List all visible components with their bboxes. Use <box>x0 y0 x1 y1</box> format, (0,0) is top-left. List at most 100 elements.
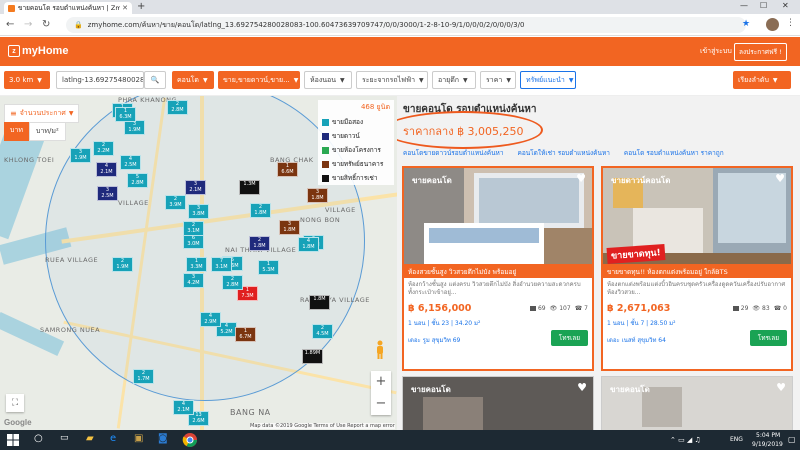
photos-icon[interactable]: ▣ <box>134 433 148 447</box>
building-age-filter[interactable]: อายุตึก ▼ <box>432 71 476 89</box>
map-pin[interactable]: 3 1.8M <box>307 188 328 203</box>
zoom-in-icon[interactable]: + <box>371 371 391 393</box>
map-pin[interactable]: 1.8M <box>309 295 330 310</box>
map-pin[interactable]: 1.3M <box>239 180 260 195</box>
map-pin[interactable]: 21.8M <box>249 236 270 251</box>
reload-icon[interactable]: ↻ <box>42 19 50 30</box>
listing-card[interactable]: ขายคอนโด ♥ ห้องสวยชั้นสูง วิวสวยตึกไม่บั… <box>402 166 594 371</box>
related-link-rent[interactable]: คอนโดให้เช่า รอบตำแหน่งค้นหา <box>517 148 609 158</box>
distance-filter[interactable]: 3.0 km ▼ <box>4 71 50 89</box>
map-pin[interactable]: 4 2.1M <box>173 400 194 415</box>
map-pin[interactable]: 2 2.8M <box>222 275 243 290</box>
menu-kebab-icon[interactable]: ⋮ <box>786 18 795 28</box>
map-pin[interactable]: 1 6.6M <box>277 162 298 177</box>
map-pin[interactable]: 3 3.8M <box>188 204 209 219</box>
transit-filter[interactable]: ระยะจากรถไฟฟ้า ▼ <box>356 71 428 89</box>
clock-date[interactable]: 9/19/2019 <box>752 441 783 448</box>
map-pin[interactable]: 1 6.7M <box>235 327 256 342</box>
tray-icons[interactable]: ⌃ ▭ ◢ ♫ <box>670 436 701 444</box>
back-icon[interactable]: ← <box>6 19 14 30</box>
search-icon[interactable]: ○ <box>34 433 48 447</box>
legend-item[interactable]: ขายสิทธิ์การเช่า <box>322 173 390 183</box>
recommended-filter[interactable]: ทรัพย์แนะนำ ▼ <box>520 71 576 89</box>
map-pin[interactable]: 3 2.5M <box>97 186 118 201</box>
forward-icon[interactable]: → <box>24 19 32 30</box>
map-pin[interactable]: 7 3.1M <box>211 257 232 272</box>
map-pin[interactable]: 2 1.7M <box>133 369 154 384</box>
bookmark-star-icon[interactable]: ★ <box>742 19 750 29</box>
listing-photo[interactable]: ขายคอนโด ♥ <box>404 168 592 264</box>
language-indicator[interactable]: ENG <box>730 436 743 443</box>
zoom-out-icon[interactable]: − <box>371 393 391 415</box>
map-pin[interactable]: 1 3.3M <box>186 257 207 272</box>
map-pin[interactable]: 4 2.1M <box>96 162 117 177</box>
search-button[interactable]: 🔍 <box>144 71 166 89</box>
fullscreen-icon[interactable]: ⛶ <box>6 394 24 412</box>
tab-active[interactable]: ขายคอนโด รอบตำแหน่งค้นหา | Zmy... ✕ <box>4 2 132 14</box>
notification-icon[interactable]: ▢ <box>788 435 796 444</box>
favorite-heart-icon[interactable]: ♥ <box>775 172 785 185</box>
maximize-icon[interactable]: ☐ <box>760 1 767 10</box>
clock-time[interactable]: 5:04 PM <box>756 432 780 439</box>
related-link-downpayment[interactable]: คอนโดขายดาวน์รอบตำแหน่งค้นหา <box>403 148 503 158</box>
minimize-icon[interactable]: — <box>740 1 748 10</box>
map-pin[interactable]: 1.89M <box>302 349 323 364</box>
favorite-heart-icon[interactable]: ♥ <box>576 172 586 185</box>
map-pin[interactable]: 1 5.3M <box>258 260 279 275</box>
pegman-icon[interactable] <box>374 340 386 360</box>
sort-button[interactable]: เรียงลำดับ ▼ <box>733 71 791 89</box>
map-canvas[interactable]: PHRA KHANONG KHLONG TOEI BANG CHAK VILLA… <box>0 96 397 430</box>
map-pin[interactable]: 21.8M <box>250 203 271 218</box>
map-pin[interactable]: 2 2.8M <box>167 100 188 115</box>
map-pin[interactable]: 4 1.8M <box>298 237 319 252</box>
new-tab-icon[interactable]: + <box>137 1 145 12</box>
tab-unit-baht[interactable]: บาท <box>4 122 29 141</box>
listing-project[interactable]: เดอะ รูม สุขุมวิท 69 <box>408 335 460 345</box>
tab-unit-sqm[interactable]: บาท/ม² <box>29 122 66 141</box>
bedrooms-filter[interactable]: ห้องนอน ▼ <box>304 71 352 89</box>
map-pin[interactable]: 3 1.9M <box>70 148 91 163</box>
edge-icon[interactable]: e <box>110 433 124 447</box>
site-logo[interactable]: z myHome <box>8 45 68 57</box>
legend-item[interactable]: ขายมือสอง <box>322 117 390 127</box>
map-pin[interactable]: 4 2.5M <box>120 155 141 170</box>
map-pin[interactable]: 1 6.3M <box>115 107 136 122</box>
listing-photo[interactable]: ขายดาวน์คอนโด ♥ ขายขาดทุน! <box>603 168 791 264</box>
map-pin[interactable]: 3 2.1M <box>185 180 206 195</box>
map-pin[interactable]: 2 4.5M <box>312 324 333 339</box>
map-pin[interactable]: 3 1.9M <box>124 120 145 135</box>
legend-item[interactable]: ขายห้องโครงการ <box>322 145 390 155</box>
listing-project[interactable]: เดอะ เนสท์ สุขุมวิท 64 <box>607 335 666 345</box>
url-omnibox[interactable]: 🔒 zmyhome.com/ค้นหา/ขาย/คอนโด/latlng_13.… <box>66 17 746 33</box>
sale-status-filter[interactable]: ขาย,ขายดาวน์,ขาย... ▼ <box>218 71 300 89</box>
task-view-icon[interactable]: ▭ <box>60 433 74 447</box>
related-link-cheap[interactable]: คอนโด รอบตำแหน่งค้นหา ราคาถูก <box>624 148 724 158</box>
outlook-icon[interactable]: ◙ <box>158 433 172 447</box>
file-explorer-icon[interactable]: ▰ <box>86 433 100 447</box>
map-pin[interactable]: 6 3.0M <box>183 234 204 249</box>
map-pin[interactable]: 5 2.8M <box>127 173 148 188</box>
property-type-filter[interactable]: คอนโด ▼ <box>172 71 214 89</box>
window-close-icon[interactable]: ✕ <box>782 1 789 10</box>
map-pin[interactable]: 2 2.2M <box>93 141 114 156</box>
listing-card[interactable]: ขายคอนโด ♥ <box>402 376 594 430</box>
listing-card[interactable]: ขายคอนโด ♥ <box>601 376 793 430</box>
listing-card[interactable]: ขายดาวน์คอนโด ♥ ขายขาดทุน! ขายขาดทุน!! ห… <box>601 166 793 371</box>
map-pin[interactable]: 3 4.2M <box>183 273 204 288</box>
location-input[interactable]: latlng-13.6927548002800 <box>56 71 144 89</box>
login-link[interactable]: เข้าสู่ระบบ <box>700 46 732 57</box>
map-pin[interactable]: 2 3.1M <box>183 221 204 236</box>
price-filter[interactable]: ราคา ▼ <box>480 71 516 89</box>
legend-item[interactable]: ขายทรัพย์ธนาคาร <box>322 159 390 169</box>
chrome-icon[interactable] <box>182 432 198 448</box>
post-free-button[interactable]: ลงประกาศฟรี ! <box>734 43 787 61</box>
legend-item[interactable]: ขายดาวน์ <box>322 131 390 141</box>
favorite-heart-icon[interactable]: ♥ <box>577 381 587 394</box>
call-button[interactable]: โทรเลย <box>550 330 588 346</box>
map-pin[interactable]: 2 3.9M <box>165 195 186 210</box>
favorite-heart-icon[interactable]: ♥ <box>776 381 786 394</box>
map-pin[interactable]: 2 1.9M <box>112 257 133 272</box>
tab-close-icon[interactable]: ✕ <box>122 4 128 12</box>
map-pin[interactable]: 4 2.9M <box>200 312 221 327</box>
call-button[interactable]: โทรเลย <box>749 330 787 346</box>
